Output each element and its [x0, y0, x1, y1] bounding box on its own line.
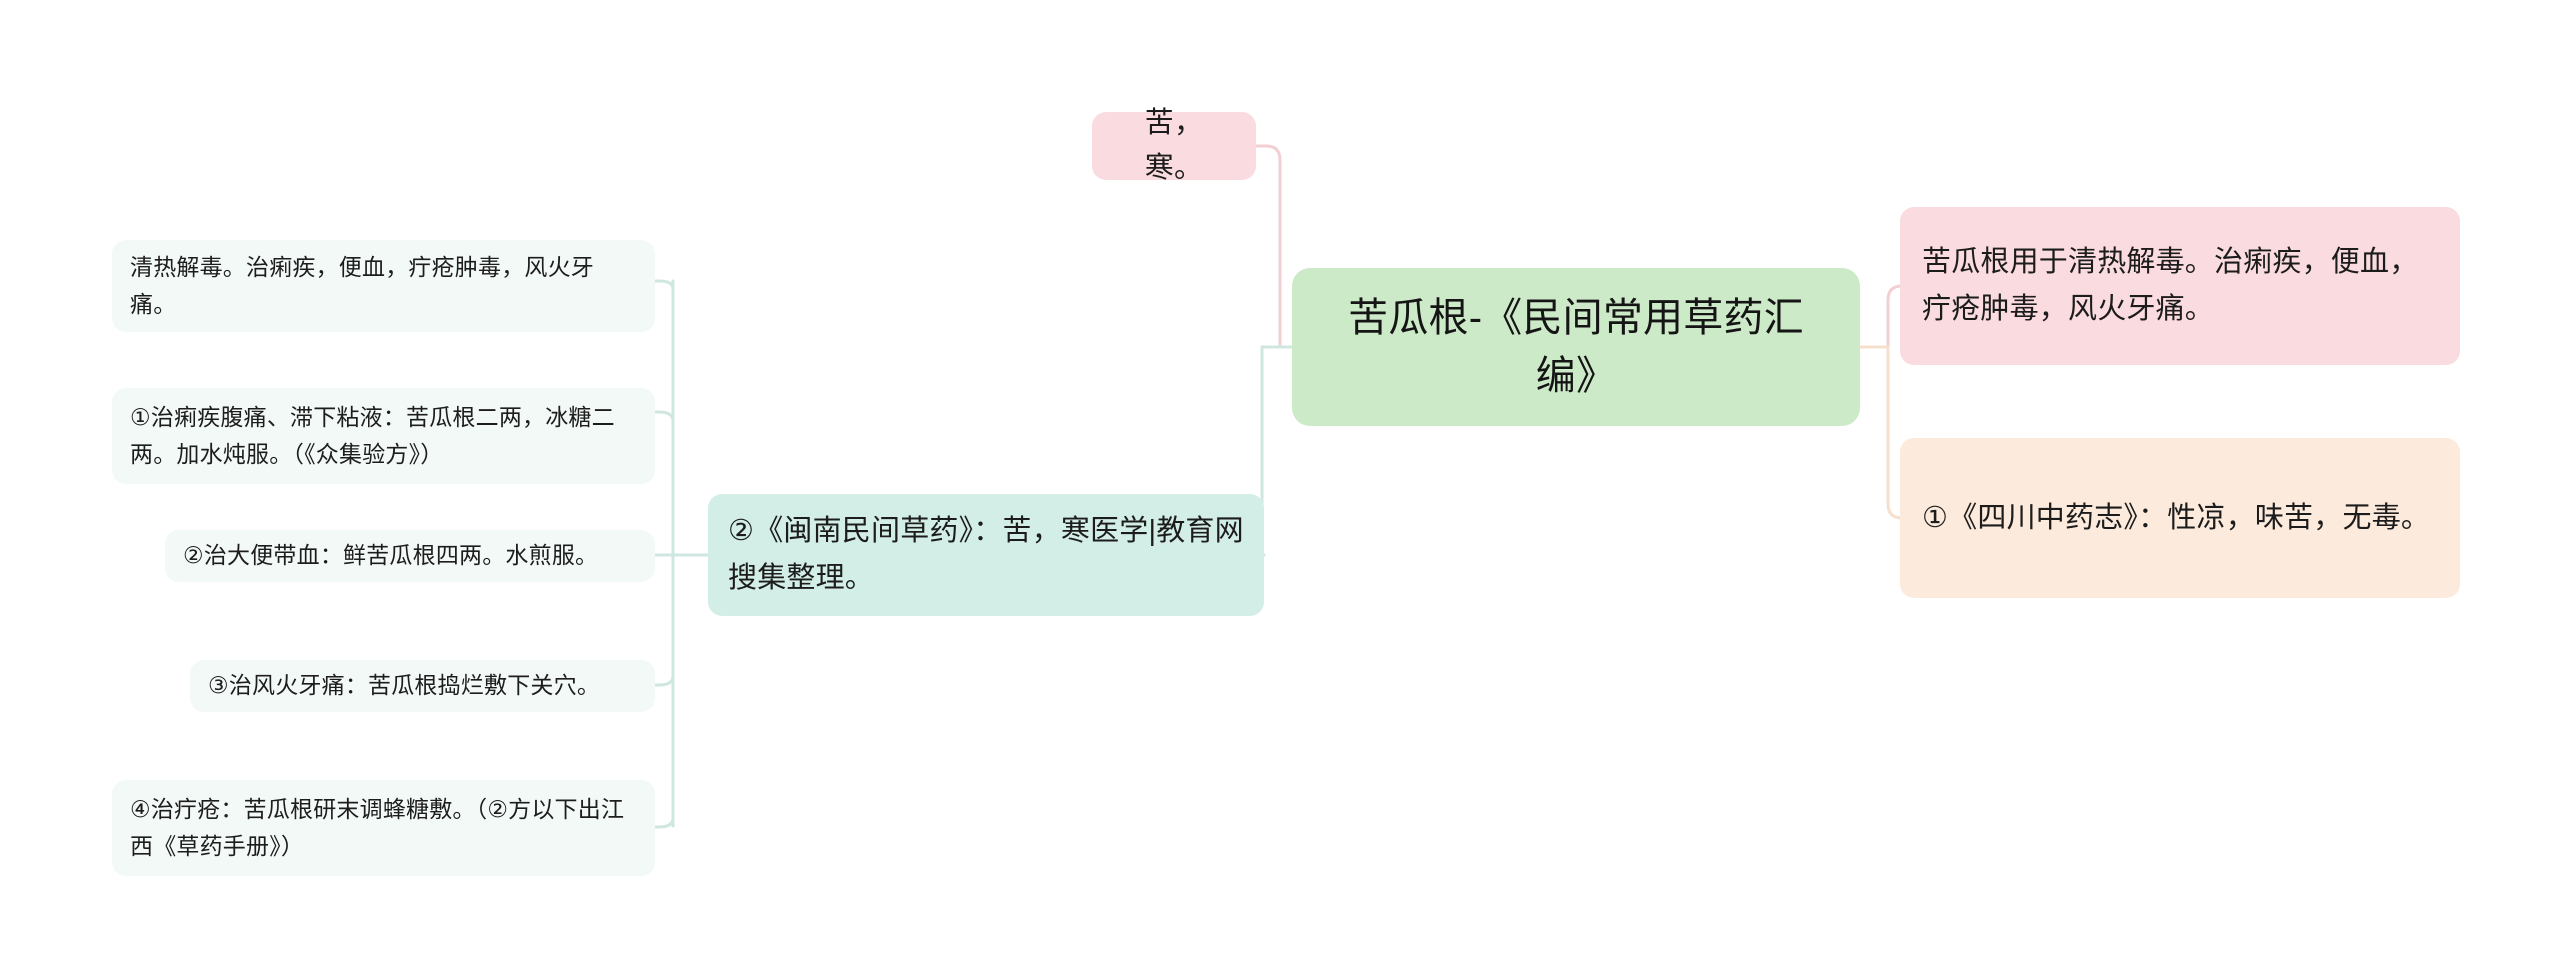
branch-node-right-2-label: ①《四川中药志》：性凉，味苦，无毒。	[1922, 501, 2431, 534]
connector-to-left-5	[653, 808, 675, 829]
leaf-node-4[interactable]: ③治风火牙痛：苦瓜根捣烂敷下关穴。	[190, 660, 655, 712]
branch-node-middle-label: ②《闽南民间草药》：苦，寒医学|教育网搜集整理。	[728, 515, 1244, 594]
leaf-node-1[interactable]: 清热解毒。治痢疾，便血，疔疮肿毒，风火牙痛。	[112, 240, 655, 332]
connector-to-left-3	[653, 543, 675, 557]
leaf-node-5-label: ④治疔疮：苦瓜根研末调蜂糖敷。（②方以下出江西《草药手册》）	[130, 795, 625, 859]
connector-to-left-4	[653, 665, 675, 687]
root-node-label: 苦瓜根-《民间常用草药汇编》	[1348, 296, 1804, 398]
leaf-node-3[interactable]: ②治大便带血：鲜苦瓜根四两。水煎服。	[165, 530, 655, 582]
leaf-node-2-label: ①治痢疾腹痛、滞下粘液：苦瓜根二两，冰糖二两。加水炖服。（《众集验方》）	[130, 403, 615, 467]
leaf-node-3-label: ②治大便带血：鲜苦瓜根四两。水煎服。	[183, 542, 599, 569]
branch-node-top-label: 苦，寒。	[1144, 107, 1204, 184]
leaf-node-4-label: ③治风火牙痛：苦瓜根捣烂敷下关穴。	[208, 672, 601, 699]
leaf-node-1-label: 清热解毒。治痢疾，便血，疔疮肿毒，风火牙痛。	[130, 253, 594, 317]
root-node[interactable]: 苦瓜根-《民间常用草药汇编》	[1292, 268, 1860, 426]
connector-to-left-1	[653, 279, 675, 297]
branch-node-top[interactable]: 苦，寒。	[1092, 107, 1256, 184]
branch-node-right-1[interactable]: 苦瓜根用于清热解毒。治痢疾，便血，疔疮肿毒，风火牙痛。	[1900, 207, 2460, 365]
connector-root-to-top	[1254, 144, 1294, 349]
branch-node-right-2[interactable]: ①《四川中药志》：性凉，味苦，无毒。	[1900, 438, 2460, 598]
leaf-node-2[interactable]: ①治痢疾腹痛、滞下粘液：苦瓜根二两，冰糖二两。加水炖服。（《众集验方》）	[112, 388, 655, 484]
branch-node-right-1-label: 苦瓜根用于清热解毒。治痢疾，便血，疔疮肿毒，风火牙痛。	[1922, 246, 2419, 325]
connector-to-left-2	[653, 410, 675, 432]
mind-map-canvas: 苦瓜根-《民间常用草药汇编》 苦，寒。 苦瓜根用于清热解毒。治痢疾，便血，疔疮肿…	[0, 0, 2560, 967]
leaf-node-5[interactable]: ④治疔疮：苦瓜根研末调蜂糖敷。（②方以下出江西《草药手册》）	[112, 780, 655, 876]
branch-node-middle[interactable]: ②《闽南民间草药》：苦，寒医学|教育网搜集整理。	[708, 494, 1264, 616]
